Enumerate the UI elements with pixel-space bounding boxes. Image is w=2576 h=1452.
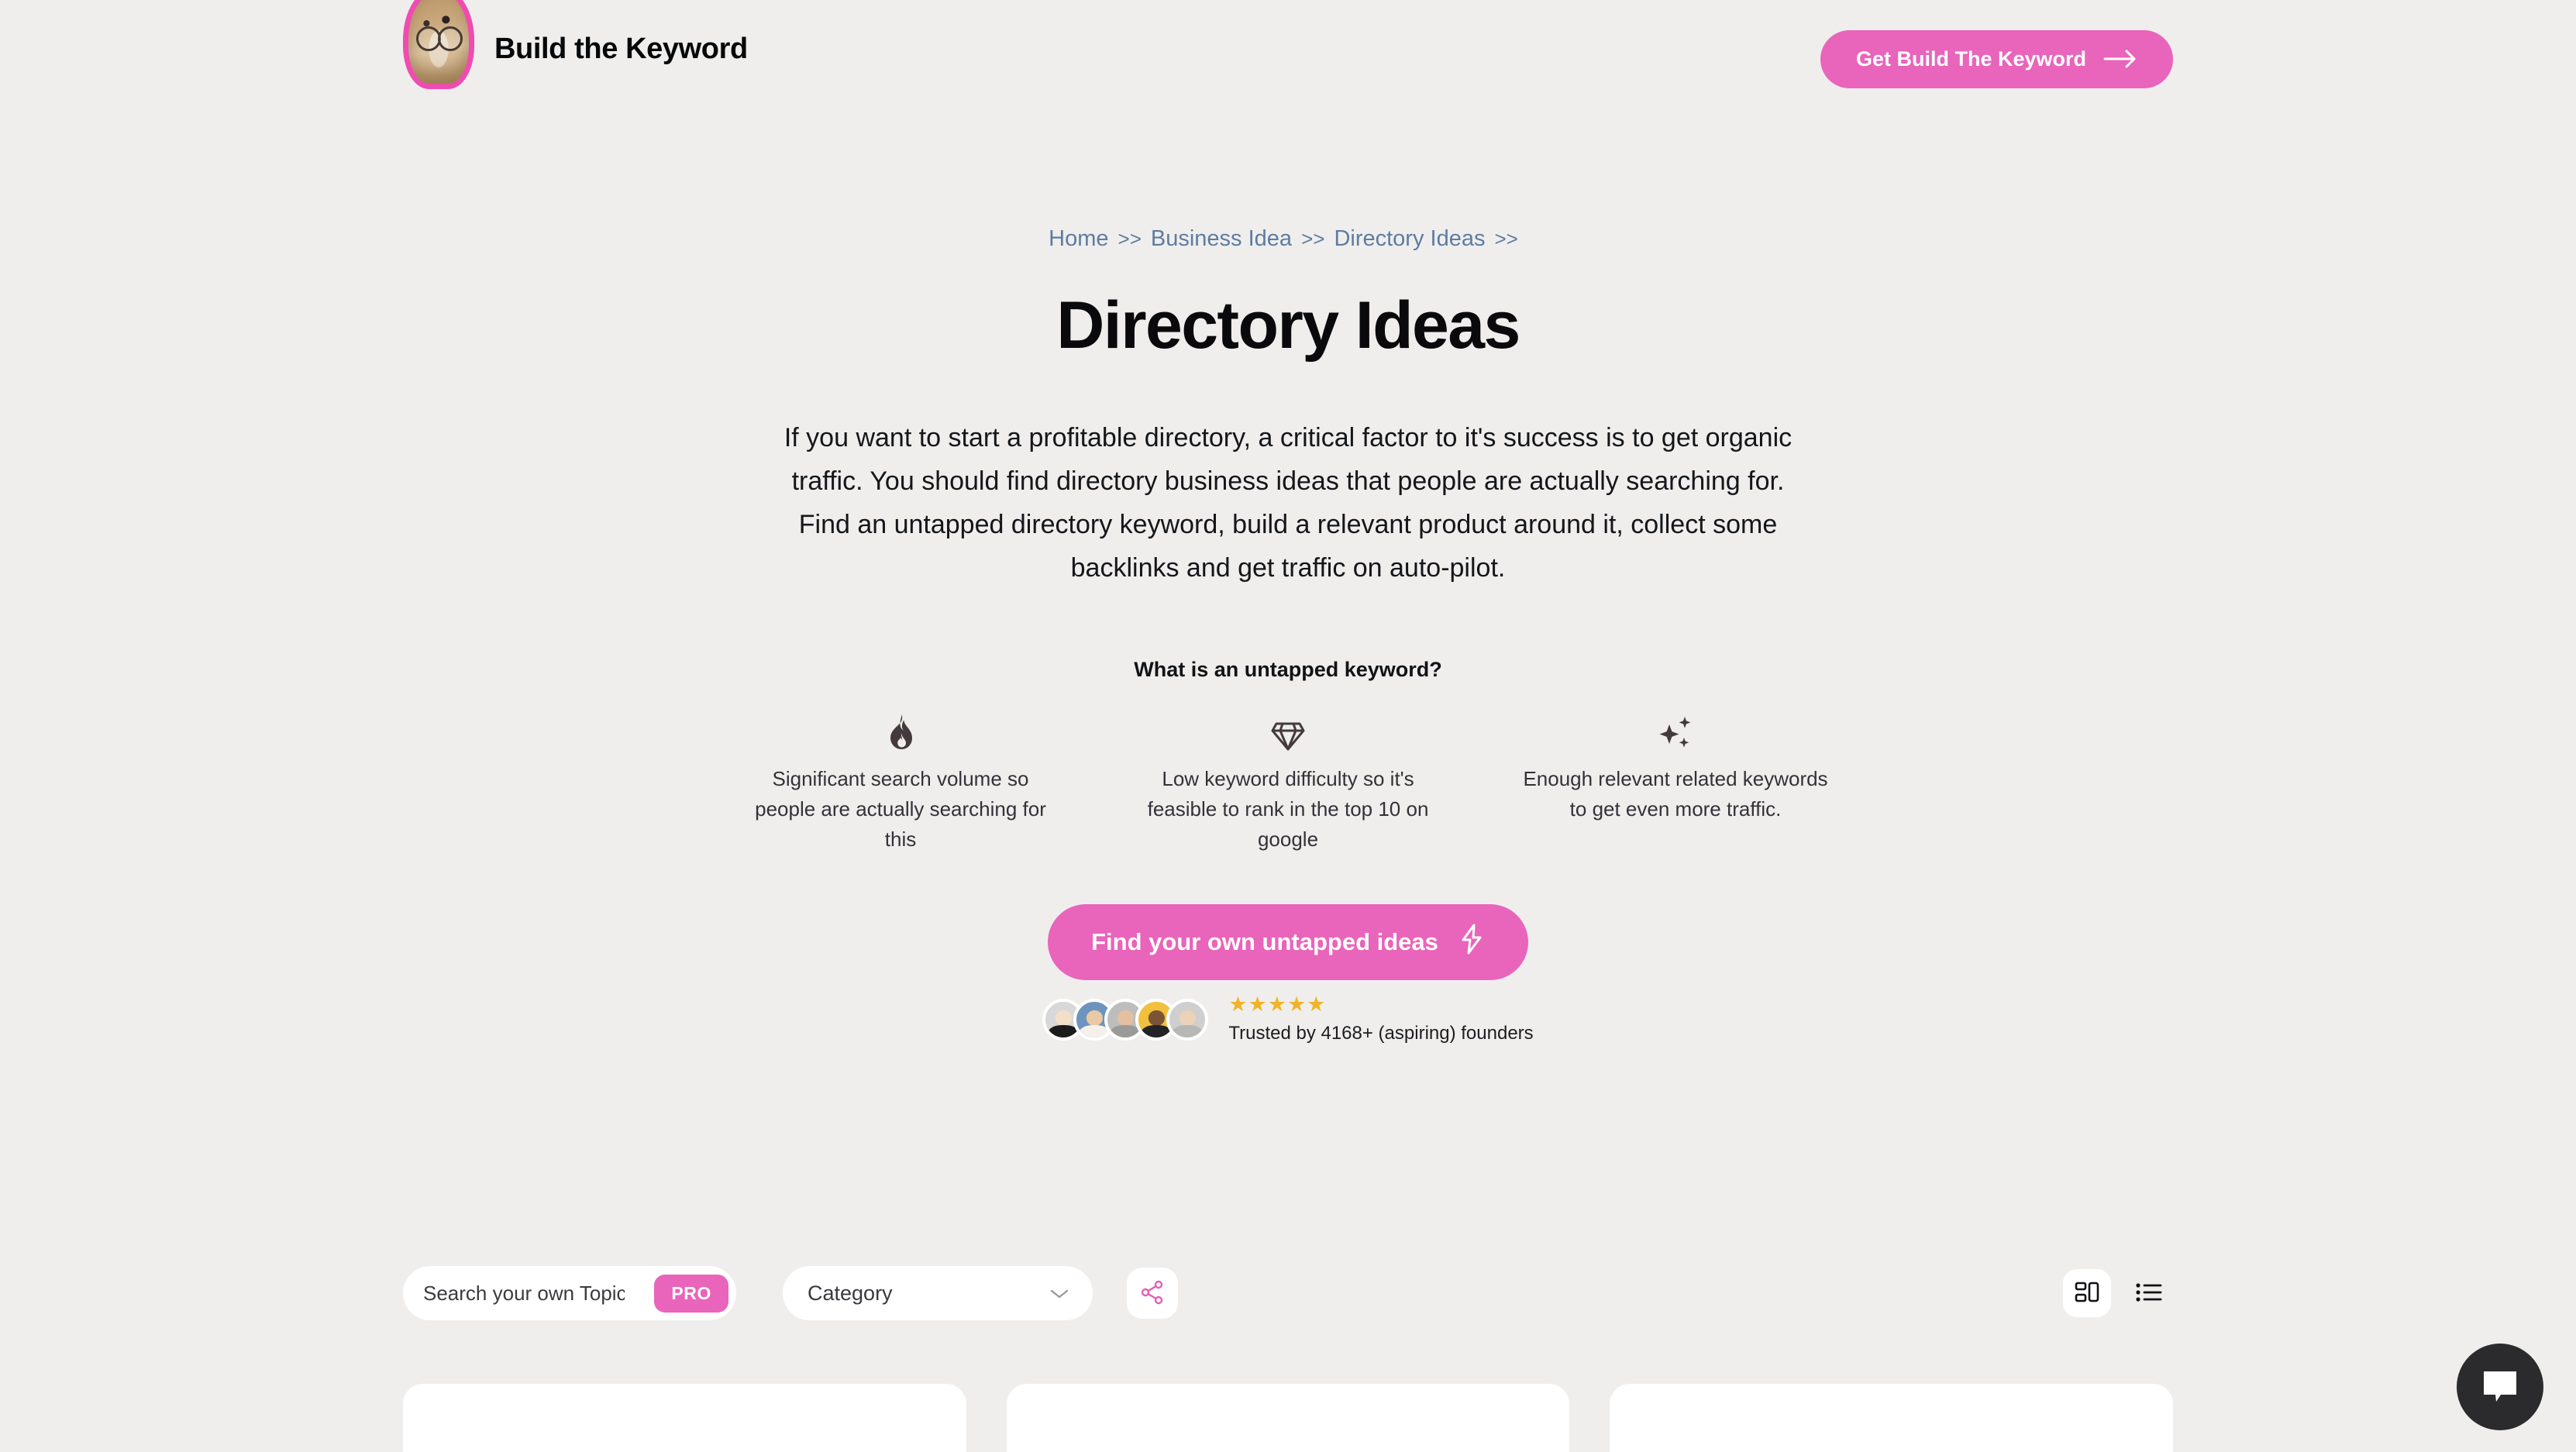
list-view-icon — [2136, 1281, 2162, 1306]
avatar — [1166, 998, 1209, 1041]
arrow-right-icon — [2103, 49, 2137, 69]
result-card[interactable] — [1006, 1384, 1570, 1452]
chat-bubble-icon — [2479, 1367, 2521, 1408]
rating-block: ★★★★★ Trusted by 4168+ (aspiring) founde… — [1228, 994, 1533, 1044]
breadcrumb-separator-trailing: >> — [1494, 227, 1518, 250]
breadcrumb-separator: >> — [1118, 227, 1142, 250]
sparkles-icon — [1520, 710, 1830, 755]
chevron-down-icon — [1049, 1282, 1069, 1306]
grid-view-button[interactable] — [2063, 1269, 2111, 1317]
feature-text: Low keyword difficulty so it's feasible … — [1147, 767, 1429, 851]
category-dropdown[interactable]: Category — [783, 1266, 1093, 1320]
view-toggle-group — [2063, 1269, 2173, 1317]
feature-item: Significant search volume so people are … — [746, 710, 1056, 855]
find-untapped-ideas-button[interactable]: Find your own untapped ideas — [1048, 904, 1528, 980]
search-input[interactable] — [423, 1281, 625, 1306]
hero-description: If you want to start a profitable direct… — [783, 423, 1793, 583]
star-rating: ★★★★★ — [1228, 993, 1327, 1016]
share-icon — [1139, 1279, 1166, 1308]
untapped-keyword-heading: What is an untapped keyword? — [1134, 658, 1442, 681]
share-button[interactable] — [1127, 1268, 1178, 1319]
hero-section: Home >> Business Idea >> Directory Ideas… — [0, 118, 2576, 1044]
social-proof: ★★★★★ Trusted by 4168+ (aspiring) founde… — [0, 994, 2576, 1044]
brand-logo-group[interactable]: Build the Keyword — [403, 0, 748, 100]
brand-name: Build the Keyword — [494, 32, 748, 65]
trusted-by-text: Trusted by 4168+ (aspiring) founders — [1228, 1023, 1534, 1044]
page-title: Directory Ideas — [1056, 288, 1520, 363]
pro-badge-button[interactable]: PRO — [654, 1274, 728, 1313]
avatar-group — [1042, 998, 1209, 1041]
result-card[interactable] — [1610, 1384, 2174, 1452]
breadcrumb-item-business-idea[interactable]: Business Idea — [1151, 226, 1292, 252]
breadcrumb-item-home[interactable]: Home — [1049, 226, 1108, 252]
feature-text: Significant search volume so people are … — [755, 767, 1046, 851]
feature-item: Enough relevant related keywords to get … — [1520, 710, 1830, 824]
grid-view-icon — [2074, 1279, 2100, 1308]
breadcrumb-separator: >> — [1301, 227, 1325, 250]
feature-text: Enough relevant related keywords to get … — [1523, 767, 1828, 821]
breadcrumb-item-directory-ideas[interactable]: Directory Ideas — [1334, 226, 1485, 252]
category-label: Category — [808, 1281, 893, 1305]
diamond-icon — [1133, 710, 1443, 755]
site-header: Build the Keyword Get Build The Keyword — [0, 0, 2576, 118]
hero-cta-label: Find your own untapped ideas — [1091, 928, 1438, 955]
get-build-the-keyword-button[interactable]: Get Build The Keyword — [1820, 29, 2173, 88]
list-view-button[interactable] — [2125, 1269, 2173, 1317]
search-topic-field[interactable]: PRO — [403, 1266, 736, 1320]
chat-widget-button[interactable] — [2457, 1344, 2543, 1430]
filter-bar: PRO Category — [0, 1266, 2576, 1320]
feature-list: Significant search volume so people are … — [746, 710, 1830, 855]
feature-item: Low keyword difficulty so it's feasible … — [1133, 710, 1443, 855]
results-grid — [0, 1384, 2576, 1452]
breadcrumb: Home >> Business Idea >> Directory Ideas… — [0, 226, 2576, 252]
lightning-bolt-icon — [1458, 924, 1485, 961]
result-card[interactable] — [403, 1384, 966, 1452]
dog-with-glasses-logo — [403, 0, 474, 100]
header-cta-label: Get Build The Keyword — [1855, 46, 2086, 71]
flame-icon — [746, 710, 1056, 755]
